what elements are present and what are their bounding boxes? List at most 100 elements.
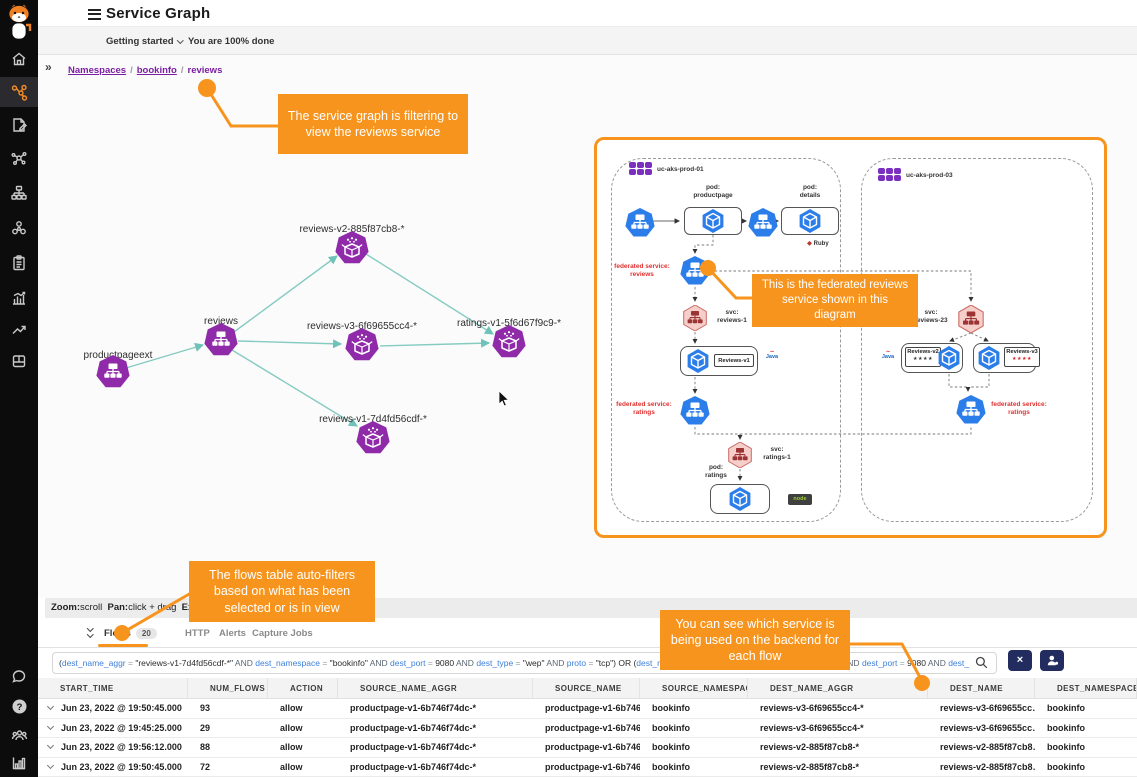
pod-cube-icon bbox=[937, 346, 961, 370]
service-graph-icon[interactable] bbox=[0, 77, 38, 107]
user-filter-button[interactable] bbox=[1040, 650, 1064, 671]
left-nav-sidebar: ? bbox=[0, 0, 38, 777]
flows-table: START_TIME NUM_FLOWS ACTION SOURCE_NAME_… bbox=[38, 678, 1137, 777]
breadcrumb: Namespaces/bookinfo/reviews bbox=[68, 65, 222, 76]
table-row[interactable]: Jun 23, 2022 @ 19:45:25.000 29allowprodu… bbox=[38, 719, 1137, 739]
home-icon[interactable] bbox=[0, 44, 38, 74]
double-chevron-down-icon[interactable] bbox=[88, 626, 93, 637]
tab-flows[interactable]: Flows20 bbox=[104, 628, 157, 639]
federated-service-ratings-label: federated service: ratings bbox=[613, 401, 675, 418]
page-title: Service Graph bbox=[106, 5, 210, 22]
user-icon bbox=[1046, 654, 1059, 667]
graph-node-productpageext[interactable] bbox=[96, 355, 130, 389]
reviews-v3-label: Reviews-v3★★★★ bbox=[1004, 347, 1040, 367]
graph-node-reviews-v3[interactable] bbox=[345, 328, 379, 362]
col-dest-namespace: DEST_NAMESPACE bbox=[1035, 678, 1137, 698]
policies-icon[interactable] bbox=[0, 110, 38, 140]
panel-expander-icon[interactable]: » bbox=[45, 60, 52, 74]
graph-node-reviews-v1[interactable] bbox=[356, 421, 390, 455]
pod-cube-icon bbox=[701, 209, 725, 233]
col-num-flows: NUM_FLOWS bbox=[188, 678, 268, 698]
svc-ratings-1-label: svc: ratings-1 bbox=[755, 446, 799, 463]
java-logo: ~Java bbox=[763, 351, 781, 361]
clusters-icon[interactable] bbox=[0, 213, 38, 243]
reviews-v1-label: Reviews-v1 bbox=[714, 354, 754, 367]
col-dest-name-aggr: DEST_NAME_AGGR bbox=[748, 678, 928, 698]
federated-service-ratings-label: federated service: ratings bbox=[989, 401, 1049, 418]
cluster-name: uc-aks-prod-03 bbox=[906, 172, 986, 180]
tab-alerts[interactable]: Alerts bbox=[219, 628, 246, 639]
usage-icon[interactable] bbox=[0, 748, 38, 777]
pod-details-label: pod: details bbox=[770, 184, 850, 201]
app-window: ? Service Graph Getting started You are … bbox=[0, 0, 1137, 777]
federated-ratings-service-icon bbox=[956, 395, 986, 425]
svc-reviews-1-label: svc: reviews-1 bbox=[709, 309, 755, 326]
storage-icon[interactable] bbox=[0, 346, 38, 376]
flows-table-header: START_TIME NUM_FLOWS ACTION SOURCE_NAME_… bbox=[38, 678, 1137, 699]
svg-text:?: ? bbox=[16, 702, 22, 713]
breadcrumb-namespaces[interactable]: Namespaces bbox=[68, 65, 126, 76]
col-source-name: SOURCE_NAME bbox=[533, 678, 640, 698]
row-expand-icon[interactable] bbox=[47, 722, 54, 729]
col-action: ACTION bbox=[268, 678, 338, 698]
federated-services-diagram: uc-aks-prod-01 pod: productpage pod: det… bbox=[594, 137, 1107, 538]
col-dest-name: DEST_NAME bbox=[928, 678, 1035, 698]
clear-filter-button[interactable]: × bbox=[1008, 650, 1032, 671]
network-icon[interactable] bbox=[0, 143, 38, 173]
cluster-icon bbox=[629, 162, 653, 176]
reviews-v2-label: Reviews-v2★★★★ bbox=[905, 347, 941, 367]
trends-icon[interactable] bbox=[0, 314, 38, 344]
breadcrumb-reviews: reviews bbox=[188, 65, 223, 76]
callout-federated-service: This is the federated reviews service sh… bbox=[752, 274, 918, 327]
cluster-name: uc-aks-prod-01 bbox=[657, 166, 737, 174]
table-row[interactable]: Jun 23, 2022 @ 19:50:45.000 93allowprodu… bbox=[38, 699, 1137, 719]
cluster-icon bbox=[878, 168, 902, 182]
pod-ratings-label: pod: ratings bbox=[686, 464, 746, 481]
row-expand-icon[interactable] bbox=[47, 761, 54, 768]
callout-flows-autofilter: The flows table auto-filters based on wh… bbox=[189, 561, 375, 622]
bottom-tabs-bar: Flows20 HTTP Alerts Capture Jobs bbox=[38, 618, 1137, 648]
flows-filter-bar: (dest_name_aggr = "reviews-v1-7d4fd56cdf… bbox=[38, 648, 1137, 678]
svc-reviews-1-icon bbox=[682, 305, 708, 331]
callout-filtering-reviews: The service graph is filtering to view t… bbox=[278, 94, 468, 154]
pod-cube-icon bbox=[728, 487, 752, 511]
pod-cube-icon bbox=[977, 346, 1001, 370]
java-logo: ~Java bbox=[879, 351, 897, 361]
hierarchy-icon[interactable] bbox=[0, 178, 38, 208]
pod-productpage-label: pod: productpage bbox=[673, 184, 753, 201]
table-row[interactable]: Jun 23, 2022 @ 19:56:12.000 88allowprodu… bbox=[38, 738, 1137, 758]
service-icon bbox=[748, 208, 778, 238]
hamburger-menu-icon[interactable] bbox=[88, 9, 101, 22]
users-icon[interactable] bbox=[0, 720, 38, 750]
getting-started-status: You are 100% done bbox=[188, 36, 274, 47]
compliance-icon[interactable] bbox=[0, 248, 38, 278]
getting-started-bar: Getting started You are 100% done bbox=[38, 27, 1137, 55]
federated-service-reviews-label: federated service: reviews bbox=[611, 263, 673, 280]
tab-capture-jobs[interactable]: Capture Jobs bbox=[252, 628, 313, 639]
search-icon[interactable] bbox=[975, 656, 988, 669]
col-source-name-aggr: SOURCE_NAME_AGGR bbox=[338, 678, 533, 698]
help-icon[interactable]: ? bbox=[0, 691, 38, 721]
ruby-logo: ◆ Ruby bbox=[807, 239, 829, 247]
row-expand-icon[interactable] bbox=[47, 742, 54, 749]
federated-ratings-service-icon bbox=[680, 396, 710, 426]
svc-reviews-23-icon bbox=[957, 305, 985, 333]
tab-http[interactable]: HTTP bbox=[185, 628, 210, 639]
service-icon bbox=[625, 208, 655, 238]
app-header: Service Graph bbox=[38, 0, 1137, 27]
table-row[interactable]: Jun 23, 2022 @ 19:50:45.000 72allowprodu… bbox=[38, 758, 1137, 777]
col-start-time: START_TIME bbox=[38, 678, 188, 698]
pod-cube-icon bbox=[686, 349, 710, 373]
filter-query-input[interactable]: (dest_name_aggr = "reviews-v1-7d4fd56cdf… bbox=[52, 652, 997, 674]
calico-cat-logo[interactable] bbox=[4, 3, 34, 50]
getting-started-dropdown[interactable]: Getting started bbox=[106, 36, 182, 47]
chat-icon[interactable] bbox=[0, 662, 38, 692]
flows-count-badge: 20 bbox=[136, 628, 157, 639]
row-expand-icon[interactable] bbox=[47, 703, 54, 710]
activity-icon[interactable] bbox=[0, 283, 38, 313]
graph-node-reviews[interactable] bbox=[204, 323, 238, 357]
breadcrumb-bookinfo[interactable]: bookinfo bbox=[137, 65, 177, 76]
graph-node-ratings-v1[interactable] bbox=[492, 325, 526, 359]
graph-node-reviews-v2[interactable] bbox=[335, 231, 369, 265]
col-source-namespace: SOURCE_NAMESPACE bbox=[640, 678, 748, 698]
